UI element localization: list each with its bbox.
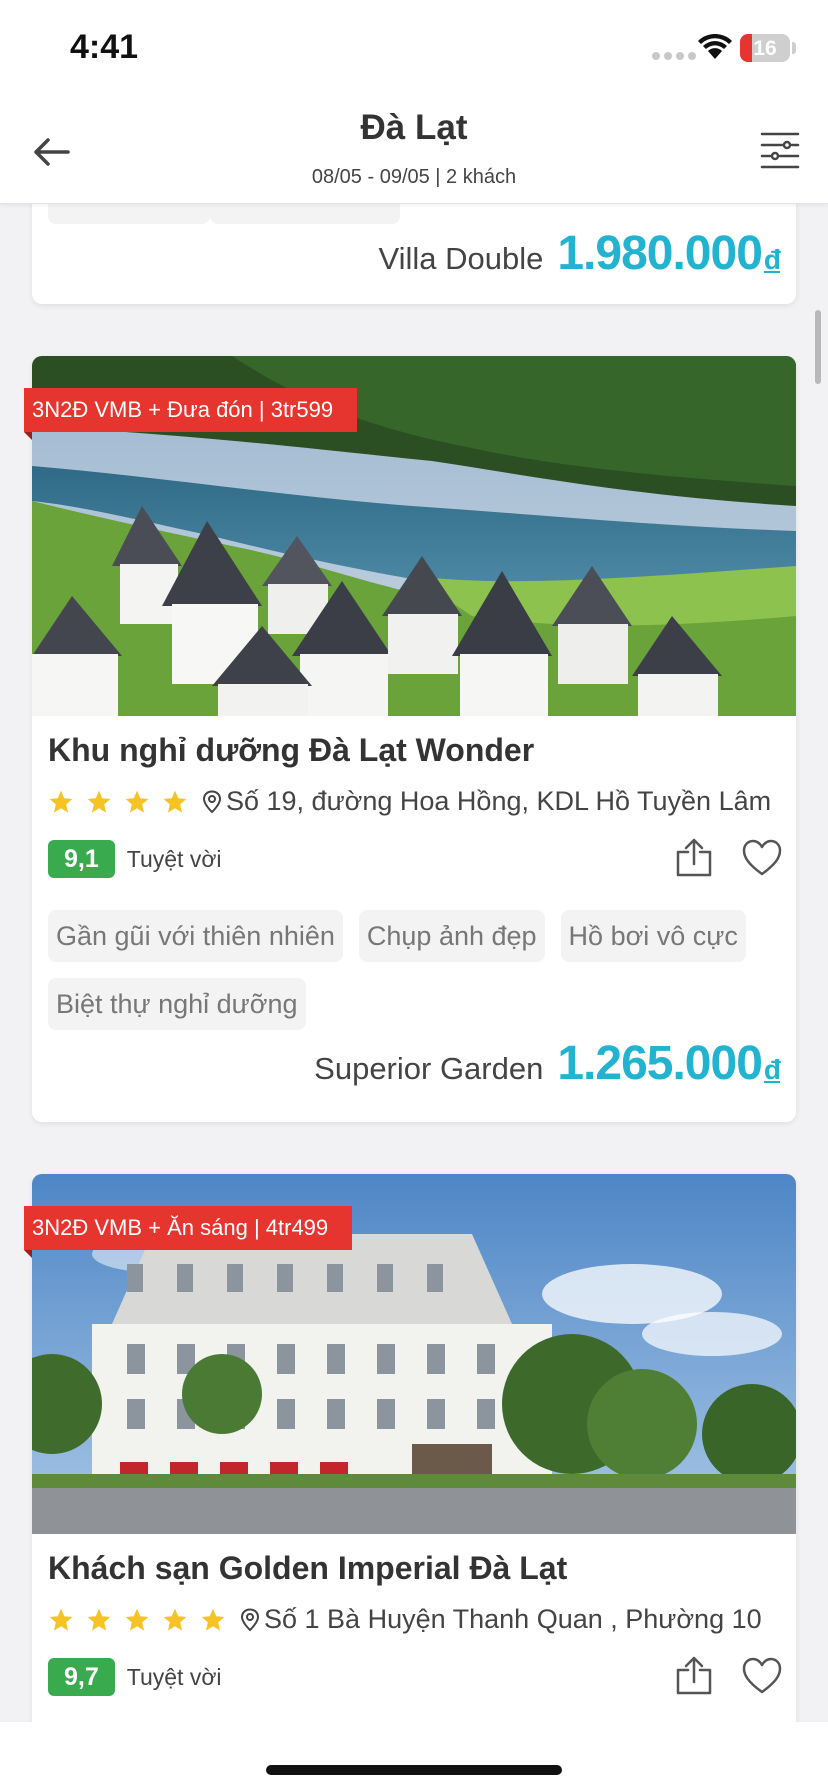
heart-icon[interactable] <box>742 838 782 878</box>
price: 1.265.000đ <box>557 1037 781 1090</box>
star-icon <box>201 1608 225 1631</box>
hotel-info-row: Số 1 Bà Huyện Thanh Quan , Phường 10 <box>48 1604 762 1635</box>
review-label: Tuyệt vời <box>126 1663 222 1690</box>
status-time: 4:41 <box>70 28 139 66</box>
tag-list: Gần gũi với thiên nhiên Chụp ảnh đẹp Hồ … <box>48 910 768 1030</box>
hotel-address: Số 1 Bà Huyện Thanh Quan , Phường 10 <box>264 1604 762 1634</box>
rating-row: 9,7 Tuyệt vời <box>48 1658 222 1696</box>
price-row: Superior Garden 1.265.000đ <box>314 1036 781 1091</box>
tag-chip: Gần gũi với thiên nhiên <box>48 910 343 962</box>
star-icon <box>87 1608 111 1631</box>
hotel-name[interactable]: Khu nghỉ dưỡng Đà Lạt Wonder <box>48 732 534 769</box>
star-icon <box>163 790 187 813</box>
search-summary[interactable]: 08/05 - 09/05 | 2 khách <box>0 166 828 189</box>
star-icon <box>125 790 149 813</box>
heart-icon[interactable] <box>742 1656 782 1696</box>
share-icon[interactable] <box>674 838 714 878</box>
hotel-address: Số 19, đường Hoa Hồng, KDL Hồ Tuyền Lâm <box>226 786 772 816</box>
location-pin-icon <box>202 789 222 813</box>
hotel-name[interactable]: Khách sạn Golden Imperial Đà Lạt <box>48 1550 567 1587</box>
review-label: Tuyệt vời <box>126 845 222 872</box>
price: 1.980.000đ <box>557 227 781 280</box>
review-score: 9,7 <box>48 1658 115 1696</box>
star-icon <box>125 1608 149 1631</box>
hotel-card[interactable]: 3N2Đ VMB + Ăn sáng | 4tr499 Khách sạn Go… <box>24 1174 796 1734</box>
nav-header: Đà Lạt 08/05 - 09/05 | 2 khách <box>0 100 828 204</box>
star-rating <box>48 789 188 815</box>
status-bar: 4:41 16 <box>0 0 828 100</box>
hotel-card[interactable]: 3N2Đ VMB + Đưa đón | 3tr599 Khu nghỉ dưỡ… <box>24 356 796 1122</box>
promo-badge: 3N2Đ VMB + Đưa đón | 3tr599 <box>24 388 358 440</box>
cellular-signal-icon <box>652 52 696 60</box>
share-icon[interactable] <box>674 1656 714 1696</box>
room-type: Superior Garden <box>314 1051 544 1086</box>
promo-badge: 3N2Đ VMB + Ăn sáng | 4tr499 <box>24 1206 353 1258</box>
star-icon <box>49 790 73 813</box>
rating-row: 9,1 Tuyệt vời <box>48 840 222 878</box>
location-pin-icon <box>240 1607 260 1631</box>
star-icon <box>163 1608 187 1631</box>
battery-level: 16 <box>753 37 777 60</box>
hotel-info-row: Số 19, đường Hoa Hồng, KDL Hồ Tuyền Lâm <box>48 786 771 817</box>
price-row: Villa Double 1.980.000đ <box>378 226 781 281</box>
tag-chip: Chụp ảnh đẹp <box>358 910 545 962</box>
room-type: Villa Double <box>378 241 544 276</box>
filter-icon[interactable] <box>758 126 802 174</box>
page-title: Đà Lạt <box>360 108 468 147</box>
bottom-safe-area <box>0 1722 828 1792</box>
review-score: 9,1 <box>48 840 115 878</box>
tag-chip: Hồ bơi vô cực <box>560 910 746 962</box>
wifi-icon <box>698 34 732 59</box>
star-rating <box>48 1607 226 1633</box>
star-icon <box>87 790 111 813</box>
tag-chip: Biệt thự nghỉ dưỡng <box>48 978 306 1030</box>
battery-icon: 16 <box>740 34 790 62</box>
star-icon <box>49 1608 73 1631</box>
home-indicator[interactable] <box>266 1765 562 1775</box>
scroll-indicator[interactable] <box>815 310 821 384</box>
